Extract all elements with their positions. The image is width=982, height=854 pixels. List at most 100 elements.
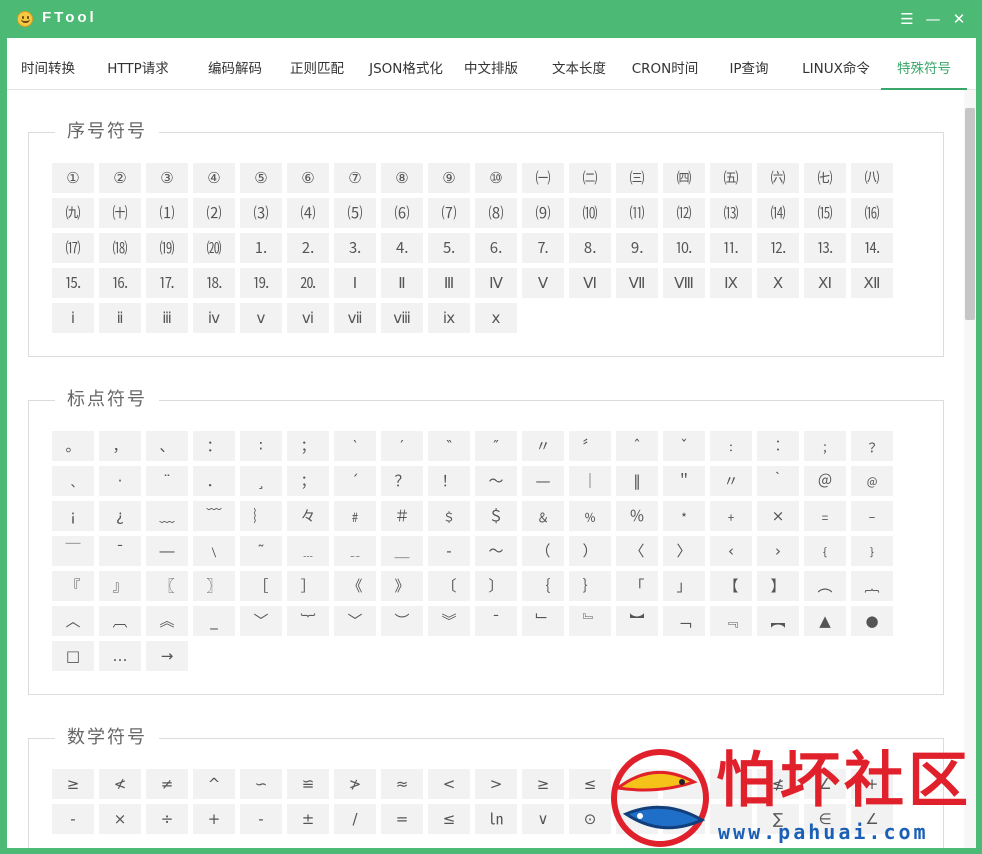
symbol-button[interactable]: ¸: [240, 466, 282, 496]
symbol-button[interactable]: ；: [287, 431, 329, 461]
symbol-button[interactable]: ｀: [757, 466, 799, 496]
symbol-button[interactable]: ⑵: [193, 198, 235, 228]
symbol-button[interactable]: ﹜: [851, 536, 893, 566]
symbol-button[interactable]: ≯: [334, 769, 376, 799]
symbol-button[interactable]: ÷: [146, 804, 188, 834]
symbol-button[interactable]: -: [240, 804, 282, 834]
symbol-button[interactable]: ｛: [522, 571, 564, 601]
symbol-button[interactable]: ⒁: [757, 198, 799, 228]
symbol-button[interactable]: ﹪: [569, 501, 611, 531]
symbol-button[interactable]: ⒄: [52, 233, 94, 263]
symbol-button[interactable]: ㈤: [710, 163, 752, 193]
symbol-button[interactable]: ´: [334, 466, 376, 496]
symbol-button[interactable]: ≥: [522, 769, 564, 799]
symbol-button[interactable]: 】: [757, 571, 799, 601]
symbol-button[interactable]: ⒇: [193, 233, 235, 263]
symbol-button[interactable]: ﹄: [569, 606, 611, 636]
symbol-button[interactable]: ＠: [804, 466, 846, 496]
symbol-button[interactable]: ︴: [240, 501, 282, 531]
symbol-button[interactable]: ｜: [569, 466, 611, 496]
symbol-button[interactable]: （: [522, 536, 564, 566]
symbol-button[interactable]: ⒕: [851, 233, 893, 263]
symbol-button[interactable]: ⅳ: [193, 303, 235, 333]
symbol-button[interactable]: ①: [52, 163, 94, 193]
symbol-button[interactable]: ＃: [381, 501, 423, 531]
symbol-button[interactable]: ‹: [710, 536, 752, 566]
symbol-button[interactable]: =: [381, 804, 423, 834]
symbol-button[interactable]: ⒉: [287, 233, 329, 263]
symbol-button[interactable]: ︼: [616, 606, 658, 636]
symbol-button[interactable]: Ⅴ: [522, 268, 564, 298]
symbol-button[interactable]: ⑤: [240, 163, 282, 193]
symbol-button[interactable]: ㈢: [616, 163, 658, 193]
symbol-button[interactable]: 【: [710, 571, 752, 601]
symbol-button[interactable]: ﹕: [710, 431, 752, 461]
symbol-button[interactable]: ≥: [52, 769, 94, 799]
symbol-button[interactable]: ⅰ: [52, 303, 94, 333]
tab-2[interactable]: 编码解码: [187, 38, 283, 90]
symbol-button[interactable]: ∶: [240, 431, 282, 461]
symbol-button[interactable]: ⒘: [146, 268, 188, 298]
symbol-button[interactable]: ^: [193, 769, 235, 799]
symbol-button[interactable]: ㈣: [663, 163, 705, 193]
symbol-button[interactable]: →: [146, 641, 188, 671]
symbol-button[interactable]: ⒂: [804, 198, 846, 228]
symbol-button[interactable]: ﹠: [522, 501, 564, 531]
symbol-button[interactable]: ﹁: [663, 606, 705, 636]
symbol-button[interactable]: ｝: [569, 571, 611, 601]
symbol-button[interactable]: ：: [193, 431, 235, 461]
symbol-button[interactable]: ㈠: [522, 163, 564, 193]
symbol-button[interactable]: ⒛: [287, 268, 329, 298]
symbol-button[interactable]: ㈡: [569, 163, 611, 193]
symbol-button[interactable]: ︸: [287, 606, 329, 636]
symbol-button[interactable]: ＿: [381, 536, 423, 566]
symbol-button[interactable]: ⑽: [569, 198, 611, 228]
symbol-button[interactable]: ～: [475, 536, 517, 566]
symbol-button[interactable]: ︷: [851, 571, 893, 601]
symbol-button[interactable]: ″: [475, 431, 517, 461]
symbol-button[interactable]: ）: [569, 536, 611, 566]
tab-5[interactable]: 中文排版: [457, 38, 525, 90]
symbol-button[interactable]: ‖: [616, 466, 658, 496]
symbol-button[interactable]: ¡: [52, 501, 94, 531]
symbol-button[interactable]: Ⅰ: [334, 268, 376, 298]
symbol-button[interactable]: ︵: [804, 571, 846, 601]
symbol-button[interactable]: ＂: [663, 466, 705, 496]
symbol-button[interactable]: ．: [193, 466, 235, 496]
symbol-button[interactable]: ⑧: [381, 163, 423, 193]
symbol-button[interactable]: 》: [381, 571, 423, 601]
symbol-button[interactable]: Ⅺ: [804, 268, 846, 298]
symbol-button[interactable]: ≠: [146, 769, 188, 799]
symbol-button[interactable]: ㈩: [99, 198, 141, 228]
symbol-button[interactable]: ⅹ: [475, 303, 517, 333]
symbol-button[interactable]: ︻: [757, 606, 799, 636]
symbol-button[interactable]: ▲: [804, 606, 846, 636]
symbol-button[interactable]: ～: [475, 466, 517, 496]
symbol-button[interactable]: ￣: [52, 536, 94, 566]
symbol-button[interactable]: ⒊: [334, 233, 376, 263]
symbol-button[interactable]: □: [52, 641, 94, 671]
symbol-button[interactable]: ︹: [99, 606, 141, 636]
symbol-button[interactable]: ⑼: [522, 198, 564, 228]
symbol-button[interactable]: 《: [334, 571, 376, 601]
symbol-button[interactable]: ㈥: [757, 163, 799, 193]
symbol-button[interactable]: ﹂: [522, 606, 564, 636]
symbol-button[interactable]: ¯: [99, 536, 141, 566]
symbol-button[interactable]: ﹃: [710, 606, 752, 636]
symbol-button[interactable]: ⅸ: [428, 303, 470, 333]
symbol-button[interactable]: ⒗: [99, 268, 141, 298]
symbol-button[interactable]: 〈: [616, 536, 658, 566]
symbol-button[interactable]: ⅱ: [99, 303, 141, 333]
symbol-button[interactable]: ˜: [240, 536, 282, 566]
symbol-button[interactable]: ×: [757, 501, 799, 531]
symbol-button[interactable]: 。: [52, 431, 94, 461]
symbol-button[interactable]: 〕: [475, 571, 517, 601]
symbol-button[interactable]: /: [334, 804, 376, 834]
scrollbar-thumb[interactable]: [965, 108, 975, 320]
symbol-button[interactable]: ¨: [146, 466, 188, 496]
symbol-button[interactable]: ︶: [381, 606, 423, 636]
symbol-button[interactable]: ］: [287, 571, 329, 601]
symbol-button[interactable]: ⒆: [146, 233, 188, 263]
symbol-button[interactable]: 、: [146, 431, 188, 461]
symbol-button[interactable]: ∨: [522, 804, 564, 834]
